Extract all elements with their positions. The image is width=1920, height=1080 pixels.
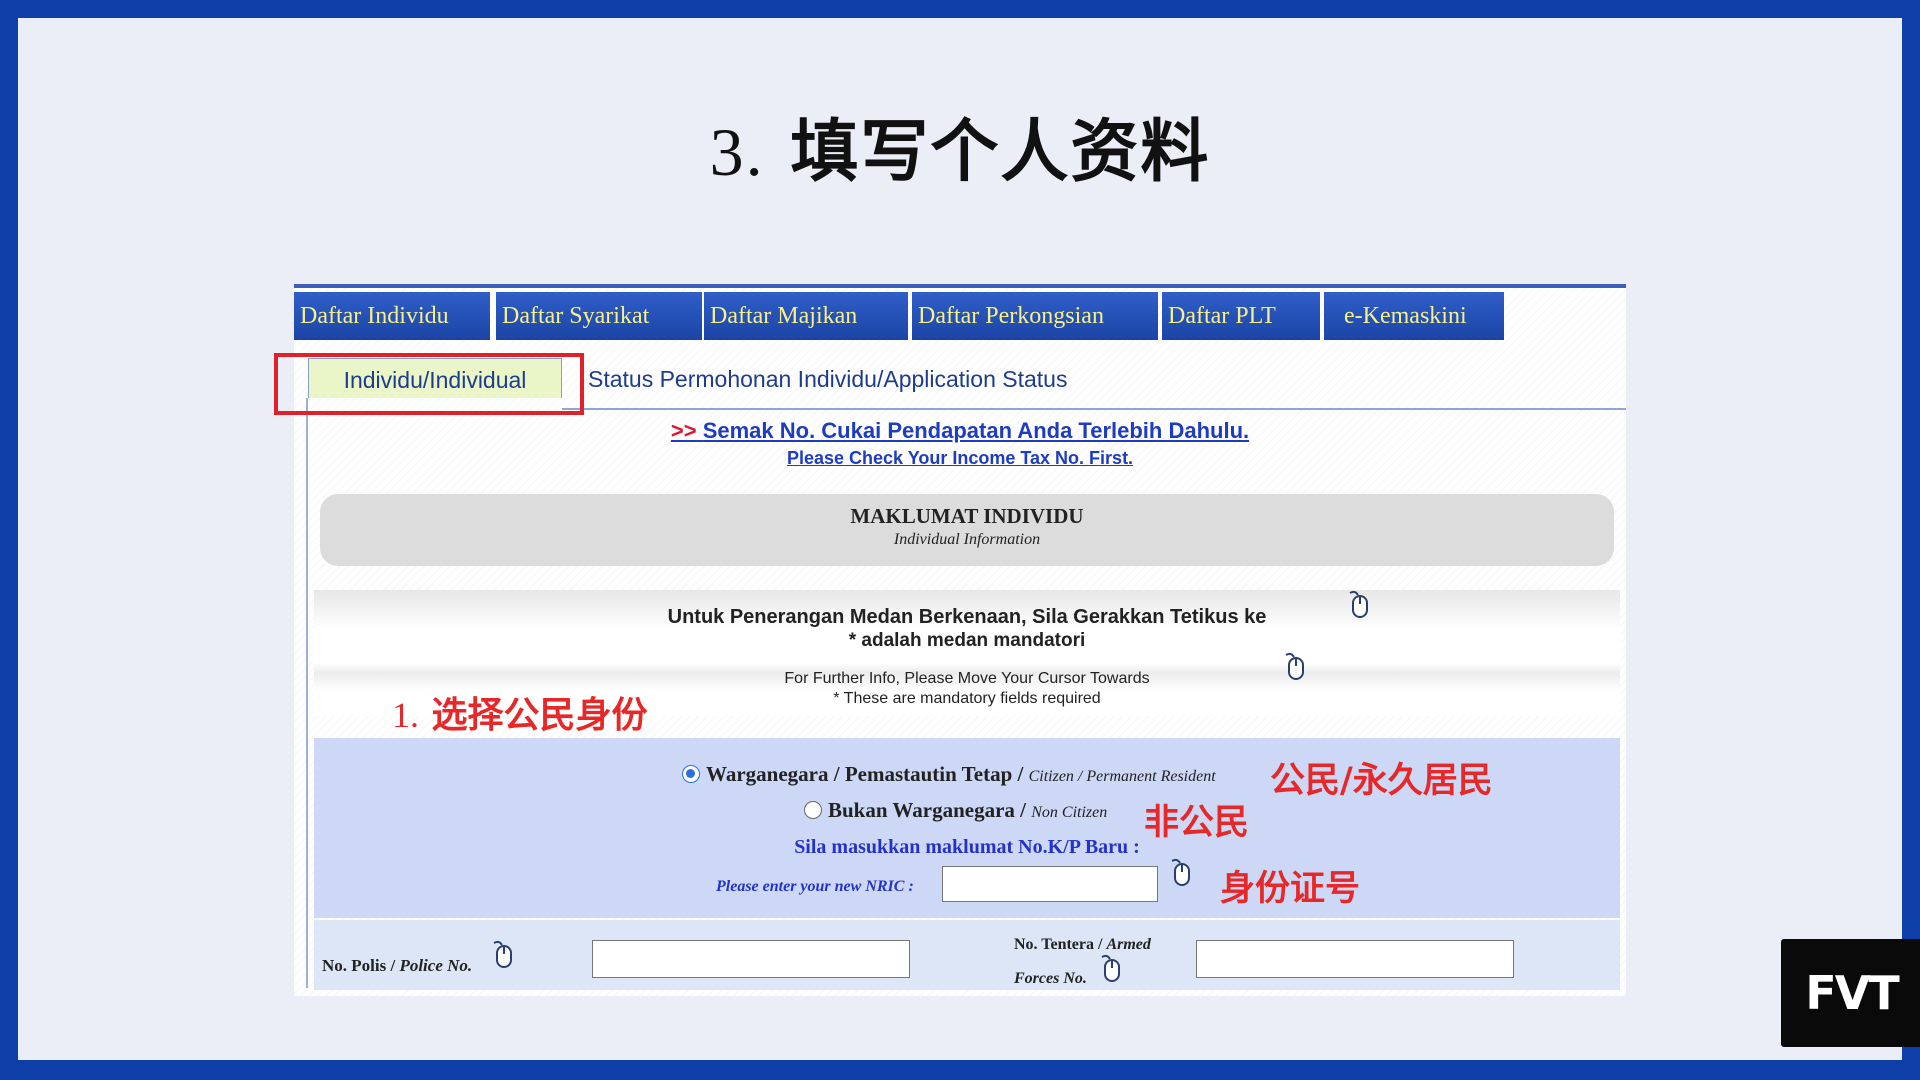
slide-title-text: 填写个人资料 [790,113,1211,192]
menu-tab-daftar-majikan[interactable]: Daftar Majikan [704,292,908,340]
citizen-option[interactable]: Warganegara / Pemastautin Tetap / Citize… [682,762,1216,787]
non-citizen-option[interactable]: Bukan Warganegara / Non Citizen [804,798,1107,823]
citizen-annotation: 公民/永久居民 [1270,761,1493,801]
section-subtitle: Individual Information [893,531,1041,548]
citizen-radio[interactable] [682,765,700,783]
check-tax-link[interactable]: >> Semak No. Cukai Pendapatan Anda Terle… [294,418,1626,444]
armed-forces-label-malay: No. Tentera / [1014,936,1103,953]
nric-label: Sila masukkan maklumat No.K/P Baru : [794,836,1140,858]
armed-forces-no-label: No. Tentera / Armed Forces No. [1014,928,1174,996]
nric-annotation: 身份证号 [1220,869,1361,909]
menu-tab-daftar-perkongsian[interactable]: Daftar Perkongsian [912,292,1158,340]
citizen-label: Warganegara / Pemastautin Tetap / [706,762,1024,786]
non-citizen-radio[interactable] [804,801,822,819]
tab-divider [562,408,1626,410]
non-citizen-annotation: 非公民 [1144,803,1250,843]
police-no-input[interactable] [592,940,910,978]
mouse-icon [1349,590,1368,618]
tab-application-status[interactable]: Status Permohonan Individu/Application S… [588,358,1067,398]
armed-forces-no-input[interactable] [1196,940,1514,978]
nric-label-english: Please enter your new NRIC : [716,878,914,895]
main-menu: Daftar Individu Daftar Syarikat Daftar M… [294,292,1626,340]
menu-tab-daftar-individu[interactable]: Daftar Individu [294,292,490,340]
step-text: 选择公民身份 [431,695,648,736]
check-tax-link-text: Semak No. Cukai Pendapatan Anda Terlebih… [702,418,1250,443]
step-number: 1. [392,695,419,735]
section-title: MAKLUMAT INDIVIDU [850,504,1084,528]
check-tax-link-english[interactable]: Please Check Your Income Tax No. First. [294,448,1626,469]
mouse-icon [493,940,512,968]
step-annotation: 1. 选择公民身份 [392,686,648,738]
mandatory-note-malay: * adalah medan mandatori [848,630,1086,651]
police-no-label: No. Polis / Police No. [322,956,472,976]
mouse-icon [1171,858,1190,886]
menu-tab-daftar-plt[interactable]: Daftar PLT [1162,292,1320,340]
mouse-icon [1285,652,1304,680]
fvt-logo: FVT [1781,939,1920,1047]
link-arrow: >> [670,418,697,443]
section-header: MAKLUMAT INDIVIDU Individual Information [320,494,1614,566]
content-left-border [306,398,308,988]
mouse-icon [1101,954,1120,982]
help-text-malay: Untuk Penerangan Medan Berkenaan, Sila G… [667,606,1267,628]
menu-tab-e-kemaskini[interactable]: e-Kemaskini [1324,292,1504,340]
highlight-box [274,353,584,415]
citizen-label-english: Citizen / Permanent Resident [1028,768,1216,785]
slide-title-number: 3. [709,114,765,190]
service-number-row: No. Polis / Police No. No. Tentera / Arm… [314,920,1620,990]
non-citizen-label: Bukan Warganegara / [828,798,1026,822]
non-citizen-label-english: Non Citizen [1031,804,1108,821]
slide-title: 3. 填写个人资料 [0,96,1920,195]
nric-input[interactable] [942,866,1158,902]
police-no-label-malay: No. Polis / [322,956,396,975]
menu-tab-daftar-syarikat[interactable]: Daftar Syarikat [496,292,702,340]
police-no-label-english: Police No. [399,956,473,975]
